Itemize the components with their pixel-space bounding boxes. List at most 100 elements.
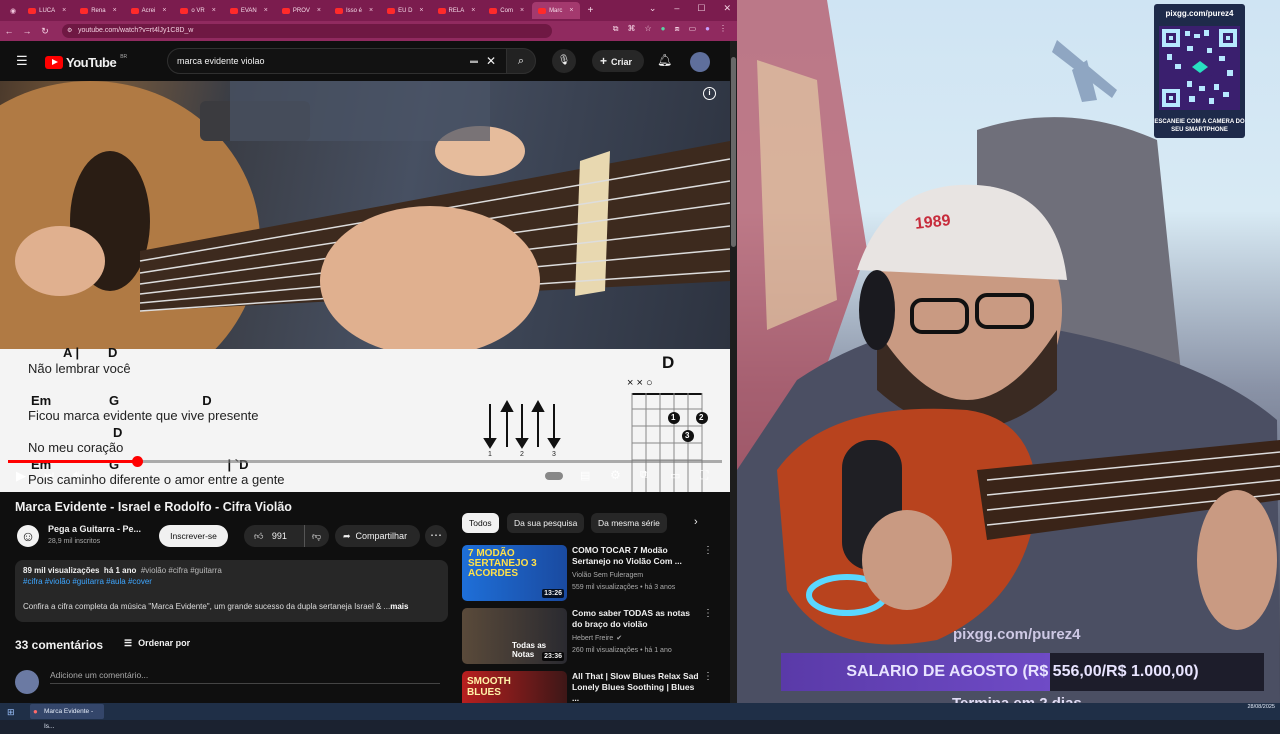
- kebab-menu-icon[interactable]: ⋮: [703, 671, 713, 682]
- related-video-title: COMO TOCAR 7 Modão Sertanejo no Violão C…: [572, 545, 682, 566]
- hashtags-line[interactable]: #cifra #violão #guitarra #aula #cover: [23, 577, 440, 586]
- fullscreen-icon[interactable]: ⛶: [700, 468, 708, 483]
- search-button[interactable]: ⌕: [506, 48, 536, 74]
- chip-all[interactable]: Todos: [462, 513, 499, 533]
- back-icon[interactable]: ←: [0, 26, 18, 36]
- voice-search-button[interactable]: 🎙︎: [552, 49, 576, 73]
- related-video[interactable]: SMOOTH BLUES All That | Slow Blues Relax…: [462, 671, 717, 703]
- browser-tab[interactable]: Rena ×: [74, 2, 122, 19]
- extensions-icon[interactable]: ⧈: [675, 24, 680, 34]
- url-field[interactable]: ⚙ youtube.com/watch?v=rt4lJy1C8D_w: [62, 24, 552, 38]
- show-more-link[interactable]: mais: [390, 602, 408, 611]
- chevron-right-icon[interactable]: ›: [694, 516, 698, 528]
- play-icon[interactable]: ▶: [16, 468, 26, 484]
- subtitles-icon[interactable]: ▤: [580, 469, 590, 482]
- close-icon[interactable]: ×: [471, 7, 475, 14]
- video-thumbnail[interactable]: Todas as Notas 23:36: [462, 608, 567, 664]
- account-avatar[interactable]: [690, 52, 710, 72]
- close-window-icon[interactable]: ✕: [723, 3, 731, 14]
- chevron-down-icon[interactable]: ⌄: [649, 3, 657, 14]
- browser-tab[interactable]: Acrei ×: [125, 2, 173, 19]
- more-actions-button[interactable]: ⋯: [425, 525, 447, 547]
- windows-taskbar: ⊞ ● Marca Evidente - Is... 28/08/2025: [0, 703, 1280, 730]
- notifications-bell-icon[interactable]: 🔔︎: [657, 53, 672, 67]
- scrollbar-thumb[interactable]: [731, 57, 736, 247]
- volume-icon[interactable]: 🔊︎: [73, 469, 80, 482]
- description-box[interactable]: 89 mil visualizações há 1 ano #violão #c…: [15, 560, 448, 622]
- kebab-menu-icon[interactable]: ⋮: [719, 24, 727, 34]
- keyboard-icon[interactable]: ▬: [470, 49, 478, 73]
- windows-start-icon[interactable]: ⊞: [7, 707, 15, 718]
- profile-avatar[interactable]: ●: [705, 24, 710, 34]
- donation-goal-bar: SALARIO DE AGOSTO (R$ 556,00/R$ 1.000,00…: [781, 653, 1264, 691]
- taskbar-app-item[interactable]: ● Marca Evidente - Is...: [30, 704, 104, 730]
- browser-tab[interactable]: Isso é ×: [329, 2, 379, 19]
- dislike-button[interactable]: 👎︎: [304, 525, 321, 547]
- video-thumbnail[interactable]: 7 MODÃO SERTANEJO 3 ACORDES 13:26: [462, 545, 567, 601]
- video-thumbnail[interactable]: SMOOTH BLUES: [462, 671, 567, 703]
- close-icon[interactable]: ×: [113, 7, 117, 14]
- new-tab-button[interactable]: +: [582, 5, 600, 16]
- page-scrollbar[interactable]: [730, 41, 737, 703]
- browser-tab[interactable]: LUCA ×: [22, 2, 72, 19]
- close-icon[interactable]: ×: [520, 7, 524, 14]
- channel-avatar[interactable]: ☺: [17, 525, 39, 547]
- extension-icon[interactable]: ●: [661, 24, 666, 34]
- browser-tab[interactable]: Com ×: [483, 2, 530, 19]
- info-icon[interactable]: i: [703, 87, 716, 100]
- close-icon[interactable]: ×: [264, 7, 268, 14]
- youtube-logo[interactable]: YouTube BR: [45, 54, 127, 70]
- close-icon[interactable]: ×: [212, 7, 216, 14]
- browser-tab[interactable]: EU D ×: [381, 2, 429, 19]
- miniplayer-icon[interactable]: ⧉: [640, 469, 648, 482]
- split-view-icon[interactable]: ▭: [689, 24, 697, 34]
- browser-tab[interactable]: PROV ×: [276, 2, 327, 19]
- maximize-icon[interactable]: ☐: [697, 3, 705, 14]
- browser-tab[interactable]: EVAN ×: [224, 2, 274, 19]
- tab-menu-icon[interactable]: ◉: [6, 7, 20, 15]
- settings-gear-icon[interactable]: ⚙: [610, 468, 621, 482]
- next-icon[interactable]: ⏭: [44, 469, 54, 482]
- create-button[interactable]: + Criar: [592, 50, 644, 72]
- autoplay-toggle[interactable]: [545, 472, 563, 480]
- minimize-icon[interactable]: –: [674, 3, 679, 14]
- clear-search-icon[interactable]: ✕: [486, 49, 496, 73]
- close-icon[interactable]: ×: [62, 7, 66, 14]
- chip-from-search[interactable]: Da sua pesquisa: [507, 513, 585, 533]
- system-clock[interactable]: 28/08/2025: [1247, 704, 1275, 711]
- browser-tab[interactable]: o VR ×: [174, 2, 221, 19]
- video-player[interactable]: i A | D Não lembrar você Em G D Ficou ma…: [0, 81, 730, 492]
- close-icon[interactable]: ×: [317, 7, 321, 14]
- like-button[interactable]: 👍︎ 991: [254, 525, 287, 547]
- related-video[interactable]: Todas as Notas 23:36 Como saber TODAS as…: [462, 608, 717, 664]
- youtube-icon: [28, 7, 37, 14]
- translate-icon[interactable]: ⌘: [627, 24, 635, 34]
- taskbar-item-label: Marca Evidente - Is...: [44, 708, 94, 730]
- bookmark-star-icon[interactable]: ☆: [644, 24, 651, 34]
- install-icon[interactable]: ⧉: [613, 24, 619, 34]
- browser-tab-active[interactable]: Marc ×: [532, 2, 580, 19]
- close-icon[interactable]: ×: [569, 7, 573, 14]
- sort-comments-button[interactable]: ☰ Ordenar por: [124, 638, 190, 649]
- hamburger-menu-icon[interactable]: ☰: [16, 53, 28, 69]
- search-input[interactable]: marca evidente violao ▬ ✕: [167, 48, 507, 74]
- kebab-menu-icon[interactable]: ⋮: [703, 545, 713, 556]
- address-bar: ← → ↻ ⚙ youtube.com/watch?v=rt4lJy1C8D_w…: [0, 21, 737, 41]
- hashtags[interactable]: #violão #cifra #guitarra: [141, 566, 222, 575]
- subscribe-button[interactable]: Inscrever-se: [159, 525, 228, 547]
- close-icon[interactable]: ×: [419, 7, 423, 14]
- kebab-menu-icon[interactable]: ⋮: [703, 608, 713, 619]
- forward-icon[interactable]: →: [18, 26, 36, 36]
- theater-mode-icon[interactable]: ▭: [670, 469, 680, 482]
- chip-same-series[interactable]: Da mesma série: [591, 513, 667, 533]
- close-icon[interactable]: ×: [369, 7, 373, 14]
- tab-label: o VR: [191, 7, 205, 14]
- comment-input[interactable]: Adicione um comentário...: [50, 670, 440, 684]
- reload-icon[interactable]: ↻: [36, 26, 54, 37]
- site-info-icon[interactable]: ⚙: [67, 24, 72, 38]
- related-video[interactable]: 7 MODÃO SERTANEJO 3 ACORDES 13:26 COMO T…: [462, 545, 717, 601]
- browser-tab[interactable]: RELA ×: [432, 2, 482, 19]
- close-icon[interactable]: ×: [162, 7, 166, 14]
- share-button[interactable]: ➦ Compartilhar: [335, 525, 420, 547]
- channel-name[interactable]: Pega a Guitarra - Pe...: [48, 524, 141, 534]
